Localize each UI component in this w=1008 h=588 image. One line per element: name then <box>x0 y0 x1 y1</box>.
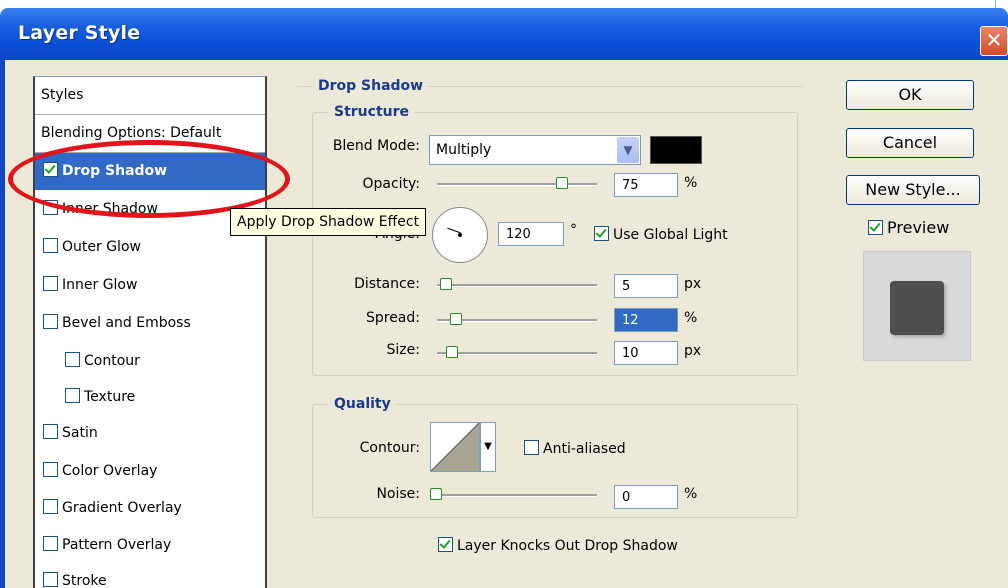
size-input[interactable]: 10 <box>614 341 678 365</box>
layer-knocks-out-label: Layer Knocks Out Drop Shadow <box>457 538 678 554</box>
color-overlay-checkbox[interactable] <box>43 462 58 477</box>
style-item-label: Satin <box>62 425 98 441</box>
distance-unit: px <box>684 276 702 292</box>
title-bar[interactable]: Layer Style ✕ <box>0 8 1008 60</box>
style-item-contour[interactable]: Contour <box>35 343 265 380</box>
ok-button[interactable]: OK <box>846 80 974 110</box>
quality-legend: Quality <box>328 396 397 412</box>
style-item-bevel-emboss[interactable]: Bevel and Emboss <box>35 305 265 342</box>
texture-checkbox[interactable] <box>65 388 80 403</box>
angle-dot <box>458 233 462 237</box>
style-item-label: Pattern Overlay <box>62 537 172 553</box>
drop-shadow-legend: Drop Shadow <box>312 78 430 94</box>
preview-thumbnail <box>863 251 971 361</box>
styles-header-label: Styles <box>41 87 84 103</box>
background-edge <box>995 0 996 8</box>
distance-label: Distance: <box>354 276 420 292</box>
style-item-label: Outer Glow <box>62 239 141 255</box>
close-button[interactable]: ✕ <box>980 26 1008 56</box>
stroke-checkbox[interactable] <box>43 572 58 587</box>
use-global-light-label: Use Global Light <box>613 227 728 243</box>
distance-slider[interactable] <box>437 284 597 287</box>
angle-unit: ° <box>570 222 577 238</box>
window-border <box>0 60 5 588</box>
distance-slider-thumb[interactable] <box>440 278 452 290</box>
layer-knocks-out-checkbox[interactable] <box>438 537 453 552</box>
spread-slider-thumb[interactable] <box>450 313 462 325</box>
bevel-emboss-checkbox[interactable] <box>43 314 58 329</box>
style-item-pattern-overlay[interactable]: Pattern Overlay <box>35 527 265 564</box>
window-title: Layer Style <box>18 22 141 44</box>
blend-mode-label: Blend Mode: <box>332 138 420 154</box>
style-item-label: Color Overlay <box>62 463 158 479</box>
style-item-label: Contour <box>84 353 140 369</box>
blend-mode-value: Multiply <box>436 142 492 158</box>
noise-slider[interactable] <box>433 494 597 497</box>
contour-dropdown-arrow[interactable]: ▼ <box>480 422 496 472</box>
size-unit: px <box>684 343 702 359</box>
shadow-color-swatch[interactable] <box>650 136 702 164</box>
opacity-label: Opacity: <box>362 176 420 192</box>
layer-style-window: Layer Style ✕ Styles Blending Options: D… <box>0 0 1008 588</box>
style-item-label: Stroke <box>62 573 107 588</box>
preview-option[interactable]: Preview <box>868 218 949 237</box>
chevron-down-icon[interactable]: ▼ <box>617 137 639 163</box>
style-item-texture[interactable]: Texture <box>35 379 265 416</box>
layer-knocks-out-option[interactable]: Layer Knocks Out Drop Shadow <box>438 537 678 554</box>
style-item-stroke[interactable]: Stroke <box>35 563 265 588</box>
style-item-label: Bevel and Emboss <box>62 315 191 331</box>
inner-glow-checkbox[interactable] <box>43 276 58 291</box>
blend-mode-select[interactable]: Multiply ▼ <box>429 135 641 165</box>
noise-unit: % <box>684 486 698 502</box>
style-item-label: Inner Glow <box>62 277 138 293</box>
angle-dial[interactable] <box>432 207 488 263</box>
cancel-button[interactable]: Cancel <box>846 128 974 158</box>
noise-label: Noise: <box>376 486 420 502</box>
anti-aliased-label: Anti-aliased <box>543 441 626 457</box>
preview-square <box>890 281 944 335</box>
spread-input[interactable]: 12 <box>614 308 678 332</box>
use-global-light-option[interactable]: Use Global Light <box>594 226 728 243</box>
gradient-overlay-checkbox[interactable] <box>43 499 58 514</box>
size-label: Size: <box>386 342 420 358</box>
noise-input[interactable]: 0 <box>614 485 678 509</box>
style-item-inner-glow[interactable]: Inner Glow <box>35 267 265 304</box>
size-slider-thumb[interactable] <box>446 346 458 358</box>
contour-curve-icon <box>431 423 479 471</box>
spread-label: Spread: <box>365 310 420 326</box>
opacity-slider-thumb[interactable] <box>556 177 568 189</box>
spread-unit: % <box>684 310 698 326</box>
satin-checkbox[interactable] <box>43 424 58 439</box>
contour-label: Contour: <box>359 440 420 456</box>
opacity-input[interactable]: 75 <box>614 173 678 197</box>
size-slider[interactable] <box>437 352 597 355</box>
new-style-button[interactable]: New Style... <box>846 175 980 205</box>
contour-picker[interactable] <box>430 422 480 472</box>
pattern-overlay-checkbox[interactable] <box>43 536 58 551</box>
tooltip: Apply Drop Shadow Effect <box>230 208 427 236</box>
distance-input[interactable]: 5 <box>614 274 678 298</box>
anti-aliased-option[interactable]: Anti-aliased <box>524 440 626 457</box>
preview-checkbox[interactable] <box>868 220 883 235</box>
noise-slider-thumb[interactable] <box>430 488 442 500</box>
style-item-color-overlay[interactable]: Color Overlay <box>35 453 265 490</box>
style-item-label: Texture <box>84 389 136 405</box>
structure-legend: Structure <box>328 104 416 120</box>
highlight-oval <box>8 140 290 218</box>
contour-checkbox[interactable] <box>65 352 80 367</box>
use-global-light-checkbox[interactable] <box>594 226 609 241</box>
outer-glow-checkbox[interactable] <box>43 238 58 253</box>
style-item-satin[interactable]: Satin <box>35 415 265 452</box>
preview-label: Preview <box>887 218 950 237</box>
style-item-label: Gradient Overlay <box>62 500 182 516</box>
opacity-unit: % <box>684 175 698 191</box>
blending-options-label: Blending Options: Default <box>41 125 222 141</box>
style-item-gradient-overlay[interactable]: Gradient Overlay <box>35 490 265 527</box>
opacity-slider[interactable] <box>437 183 597 186</box>
styles-header[interactable]: Styles <box>35 77 265 115</box>
angle-input[interactable]: 120 <box>498 222 564 246</box>
anti-aliased-checkbox[interactable] <box>524 440 539 455</box>
